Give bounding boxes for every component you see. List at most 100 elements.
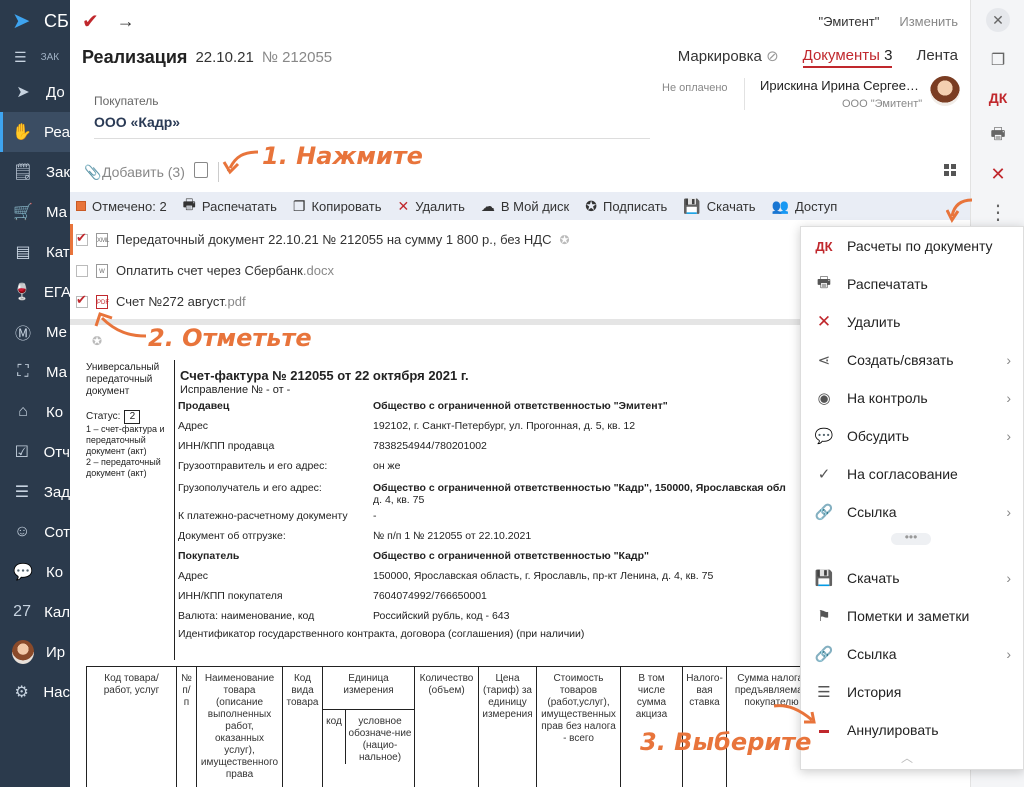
menu-item[interactable]: ✕ Удалить xyxy=(801,303,1024,341)
access-button[interactable]: 👥 Доступ xyxy=(772,198,838,215)
more-dots-icon[interactable]: ••• xyxy=(891,531,931,545)
annotation-arrow-1 xyxy=(222,150,259,175)
close-icon[interactable]: ✕ xyxy=(986,8,1010,32)
menu-item-label: На согласование xyxy=(847,466,958,482)
status-note-2: 2 – передаточный документ (акт) xyxy=(86,457,161,478)
pdf-file-icon: PDF xyxy=(96,294,109,309)
sidebar-item[interactable]: ➤ До xyxy=(0,72,70,112)
sidebar-item[interactable]: ⚙ Нас xyxy=(0,672,70,712)
marked-count[interactable]: Отмечено: 2 xyxy=(76,199,167,214)
avatar[interactable] xyxy=(930,76,960,106)
forward-arrow-icon[interactable]: → xyxy=(117,11,135,32)
documents-count: 3 xyxy=(884,46,893,64)
delete-button[interactable]: ✕ Удалить xyxy=(397,198,464,215)
checkmark-icon[interactable]: ✔ xyxy=(82,9,99,34)
avatar xyxy=(12,640,34,664)
restore-window-icon[interactable]: ❐ xyxy=(986,48,1010,72)
sidebar-item-label: Ме xyxy=(46,323,68,341)
sidebar-item[interactable]: Ⓜ Ме xyxy=(0,312,70,352)
glass-icon: 🍷 xyxy=(12,284,32,301)
sidebar-item[interactable]: 🍷 ЕГА xyxy=(0,272,70,312)
invoice-row-value: № п/п 1 № 212055 от 22.10.2021 xyxy=(373,530,532,542)
menu-item[interactable]: 🔗 Ссылка › xyxy=(801,493,1024,531)
delete-icon[interactable]: ✕ xyxy=(986,162,1010,186)
sidebar-item[interactable]: ☑ Отч xyxy=(0,432,70,472)
left-navigation: ➤ СБ ☰ ЗАК ➤ До ✋ Реа 🗒 Зак 🛒 Ма ▤ Кат 🍷 ЕГА Ⓜ Ме ⛶ Ма ⌂… xyxy=(0,0,70,787)
menu-item[interactable]: ✓ На согласование xyxy=(801,455,1024,493)
gear-icon: ⚙ xyxy=(14,684,29,701)
paperclip-icon[interactable]: 📎 xyxy=(84,164,101,181)
m-badge-icon: Ⓜ xyxy=(14,326,31,343)
sidebar-item-label: Реа xyxy=(43,123,70,141)
file-checkbox[interactable] xyxy=(76,230,88,246)
logo[interactable]: ➤ СБ xyxy=(0,0,70,42)
sidebar-item[interactable]: Ир xyxy=(0,632,70,672)
sidebar-item-label: Отч xyxy=(43,443,70,461)
doc-date: 22.10.21 xyxy=(195,48,254,66)
copy-button[interactable]: ❐ Копировать xyxy=(293,198,382,215)
responsible-person[interactable]: Ирискина Ирина Сергее… xyxy=(760,78,919,93)
save-icon: 💾 xyxy=(683,197,701,214)
sidebar-item[interactable]: ⛶ Ма xyxy=(0,352,70,392)
sidebar-item-label: Зад xyxy=(43,483,70,501)
buyer-underline xyxy=(94,138,650,139)
report-icon: ☑ xyxy=(14,444,29,461)
add-attachment-button[interactable]: Добавить (3) xyxy=(102,164,185,180)
dk-button[interactable]: ДК xyxy=(986,86,1010,110)
sidebar-item[interactable]: ✋ Реа xyxy=(0,112,70,152)
menu-item[interactable]: 💾 Скачать › xyxy=(801,559,1024,597)
file-checkbox[interactable] xyxy=(76,292,88,308)
sidebar-item[interactable]: 🛒 Ма xyxy=(0,192,70,232)
tab-marking[interactable]: Маркировка ⊘ xyxy=(678,47,779,68)
sidebar-item[interactable]: ☺ Сот xyxy=(0,512,70,552)
annotation-step-1: 1. Нажмите xyxy=(262,142,423,170)
sidebar-item[interactable]: ▤ Кат xyxy=(0,232,70,272)
chevron-up-icon[interactable]: ︿ xyxy=(901,749,913,766)
menu-item[interactable]: ДК Расчеты по документу xyxy=(801,227,1024,265)
save-icon: 💾 xyxy=(814,570,834,587)
menu-item-label: Аннулировать xyxy=(847,722,939,738)
download-button[interactable]: 💾 Скачать xyxy=(683,198,755,215)
org-selector[interactable]: "Эмитент" xyxy=(819,14,880,29)
marking-off-icon: ⊘ xyxy=(766,47,779,65)
sign-button[interactable]: ✪ Подписать xyxy=(585,198,667,215)
printer-icon[interactable]: 🖶 xyxy=(986,124,1010,148)
my-disk-button[interactable]: ☁ В Мой диск xyxy=(481,198,569,215)
table-header-cell: Количество (объем) xyxy=(414,667,478,787)
invoice-row-key: К платежно-расчетному документу xyxy=(178,510,348,522)
sidebar-item[interactable]: 💬 Ко xyxy=(0,552,70,592)
sidebar-item[interactable]: ⌂ Ко xyxy=(0,392,70,432)
header-info: Не оплачено Ирискина Ирина Сергее… ООО "… xyxy=(70,72,970,148)
invoice-row-value-cont: д. 4, кв. 75 xyxy=(373,494,425,506)
menu-toggle[interactable]: ☰ ЗАК xyxy=(0,42,70,72)
doc-tabs: Маркировка ⊘ Документы 3 Лента xyxy=(678,47,958,68)
invoice-row-key: Покупатель xyxy=(178,550,240,562)
menu-item[interactable]: ⚑ Пометки и заметки xyxy=(801,597,1024,635)
menu-item[interactable]: ◉ На контроль › xyxy=(801,379,1024,417)
file-checkbox[interactable] xyxy=(76,264,88,277)
sidebar-item-label: Кат xyxy=(46,243,70,261)
sidebar-item[interactable]: 🗒 Зак xyxy=(0,152,70,192)
menu-item[interactable]: ▬ Аннулировать xyxy=(801,711,1024,749)
edit-link[interactable]: Изменить xyxy=(899,14,958,29)
annotation-arrow-top xyxy=(946,198,973,223)
invoice-row-value: - xyxy=(373,510,377,522)
sidebar-item[interactable]: 27 Кал xyxy=(0,592,70,632)
invoice-row-value: Общество с ограниченной ответственностью… xyxy=(373,400,668,412)
upd-side-block: Универсальный передаточный документ Стат… xyxy=(86,362,176,479)
menu-item[interactable]: 🖶 Распечатать xyxy=(801,265,1024,303)
page-title: Реализация xyxy=(82,46,188,67)
tab-feed[interactable]: Лента xyxy=(916,47,958,68)
menu-item-label: Ссылка xyxy=(847,646,897,662)
more-vertical-icon[interactable]: ⋮ xyxy=(986,200,1010,224)
menu-item[interactable]: 💬 Обсудить › xyxy=(801,417,1024,455)
grid-view-icon[interactable] xyxy=(944,164,956,176)
scanner-icon[interactable] xyxy=(194,162,208,178)
tab-documents[interactable]: Документы 3 xyxy=(802,46,893,68)
buyer-value[interactable]: ООО «Кадр» xyxy=(94,114,180,130)
print-button[interactable]: 🖶 Распечатать xyxy=(183,194,277,218)
sidebar-item[interactable]: ☰ Зад xyxy=(0,472,70,512)
menu-item[interactable]: 🔗 Ссылка › xyxy=(801,635,1024,673)
menu-item[interactable]: ⋖ Создать/связать › xyxy=(801,341,1024,379)
menu-item[interactable]: ☰ История xyxy=(801,673,1024,711)
